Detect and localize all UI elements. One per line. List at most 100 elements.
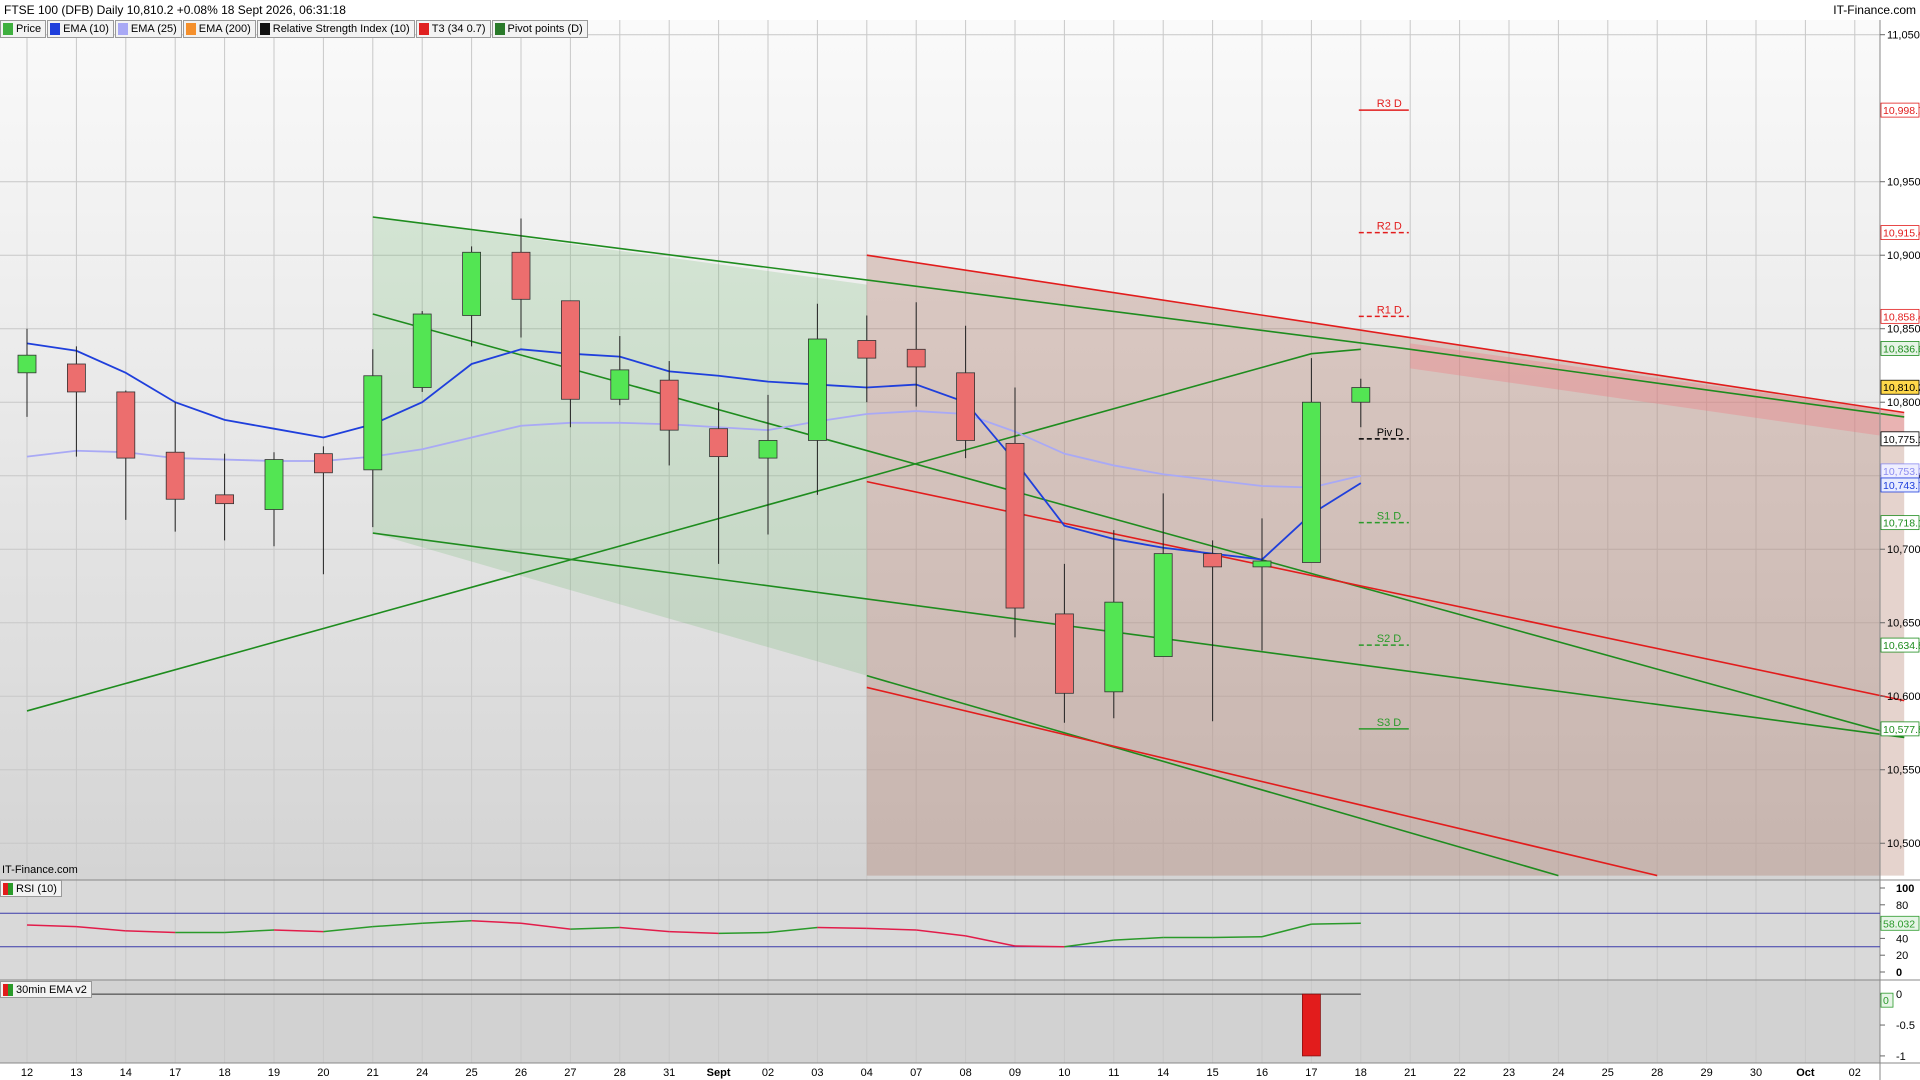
- pivot-label: S2 D: [1377, 633, 1402, 645]
- legend-item[interactable]: Price: [0, 20, 47, 38]
- y-tick-label: 10,850: [1887, 324, 1920, 336]
- legend-swatch-icon: [3, 23, 13, 35]
- candle-body: [1153, 553, 1173, 657]
- x-tick-label: 07: [910, 1067, 922, 1079]
- y-tick-label: 10,550: [1887, 765, 1920, 777]
- x-tick-label: 28: [614, 1067, 626, 1079]
- legend-swatch-icon: [494, 23, 505, 35]
- candle-body: [906, 348, 926, 368]
- rsi-segment: [718, 931, 769, 935]
- candle-body: [561, 300, 580, 400]
- candle-body: [67, 363, 86, 393]
- rsi-tick-label: 80: [1896, 900, 1908, 912]
- x-tick-label: 14: [1157, 1067, 1169, 1079]
- y-tick-label: 10,950: [1887, 177, 1920, 189]
- y-tick-label: 11,050: [1887, 30, 1920, 42]
- legend-item[interactable]: EMA (200): [182, 20, 256, 38]
- x-tick-label: 27: [564, 1067, 576, 1079]
- y-tick-label: 10,800: [1887, 397, 1920, 409]
- x-tick-label: 21: [1404, 1067, 1416, 1079]
- legend-label: EMA (25): [130, 23, 177, 35]
- candle-body: [1203, 553, 1222, 568]
- legend-label: T3 (34 0.7): [431, 23, 486, 35]
- x-tick-label: Oct: [1796, 1067, 1815, 1079]
- x-tick-label: 23: [1503, 1067, 1515, 1079]
- candle-body: [215, 494, 235, 505]
- legend-label: EMA (10): [63, 23, 109, 35]
- x-tick-label: 09: [1009, 1067, 1021, 1079]
- rsi-segment: [1014, 945, 1065, 948]
- x-tick-label: 21: [367, 1067, 379, 1079]
- candle-body: [1055, 613, 1074, 694]
- candle-body: [1302, 401, 1321, 563]
- candle-body: [1104, 601, 1124, 693]
- rsi-tick-label: 0: [1896, 967, 1902, 979]
- x-tick-label: 29: [1700, 1067, 1712, 1079]
- candle-body: [1351, 387, 1371, 403]
- legend-swatch-icon: [259, 23, 270, 35]
- pivot-label: R2 D: [1377, 221, 1402, 233]
- y-tick-label: 10,650: [1887, 618, 1920, 630]
- x-tick-label: 22: [1453, 1067, 1465, 1079]
- chart-canvas: R3 D R2 D R1 D Piv D S1 D S2 D S3 D 11,050 10,95…: [0, 0, 1920, 1080]
- x-tick-label: Sept: [707, 1067, 731, 1079]
- legend-item[interactable]: EMA (25): [114, 20, 182, 38]
- candle-body: [363, 375, 383, 471]
- ema30-last-label: 0: [1883, 995, 1889, 1007]
- ema30-panel-label[interactable]: 30min EMA v2: [0, 981, 92, 998]
- candle-body: [116, 391, 136, 459]
- candle-body: [1252, 560, 1272, 568]
- legend-item[interactable]: T3 (34 0.7): [415, 20, 491, 38]
- legend-item[interactable]: Relative Strength Index (10): [256, 20, 415, 38]
- x-tick-label: 12: [21, 1067, 33, 1079]
- x-tick-label: 24: [1552, 1067, 1564, 1079]
- rsi-segment: [1212, 935, 1263, 939]
- price-tag-label: 10,998.7: [1883, 105, 1920, 117]
- x-tick-label: 24: [416, 1067, 428, 1079]
- ema30-label-text: 30min EMA v2: [16, 983, 87, 996]
- footer-brand: IT-Finance.com: [2, 864, 78, 876]
- rsi-label-text: RSI (10): [16, 882, 57, 895]
- x-tick-label: 28: [1651, 1067, 1663, 1079]
- x-tick-label: 15: [1206, 1067, 1218, 1079]
- price-tag-label: 10,915.4: [1883, 228, 1920, 240]
- y-tick-label: 10,600: [1887, 691, 1920, 703]
- price-tag-label: 10,634.8: [1883, 640, 1920, 652]
- price-tag-label: 10,775.1: [1883, 434, 1920, 446]
- y-tick-label: 10,500: [1887, 838, 1920, 850]
- price-tag-label: 10,810.2: [1883, 382, 1920, 394]
- site-brand[interactable]: IT-Finance.com: [1833, 0, 1916, 20]
- x-tick-label: 11: [1108, 1067, 1119, 1079]
- candle-body: [313, 453, 333, 474]
- candle-body: [956, 372, 975, 441]
- legend-label: Price: [16, 23, 42, 35]
- candle-body: [808, 338, 827, 441]
- x-tick-label: 25: [1602, 1067, 1614, 1079]
- candle-body: [1005, 442, 1025, 609]
- chart-title: FTSE 100 (DFB) Daily 10,810.2 +0.08% 18 …: [4, 3, 346, 17]
- rsi-swatch-icon: [3, 882, 13, 895]
- pivot-label: S1 D: [1377, 511, 1402, 523]
- x-tick-label: 19: [268, 1067, 280, 1079]
- candle-body: [857, 340, 877, 359]
- ema30-panel-bg: [0, 980, 1880, 1063]
- ema30-bar: [1302, 993, 1321, 1057]
- indicator-legend: Price EMA (10) EMA (25) EMA (200) Relative S…: [0, 20, 589, 38]
- legend-item[interactable]: EMA (10): [47, 20, 114, 38]
- x-tick-label: 30: [1750, 1067, 1762, 1079]
- x-tick-label: 18: [1355, 1067, 1367, 1079]
- x-tick-label: 16: [1256, 1067, 1268, 1079]
- candle-body: [610, 369, 630, 400]
- price-tag-label: 10,753.3: [1883, 466, 1920, 478]
- x-tick-label: 04: [861, 1067, 873, 1079]
- x-tick-label: 03: [811, 1067, 823, 1079]
- x-tick-label: 25: [465, 1067, 477, 1079]
- ema30-tick-label: -0.5: [1896, 1020, 1915, 1032]
- rsi-panel-label[interactable]: RSI (10): [0, 880, 62, 897]
- y-tick-label: 10,700: [1887, 544, 1920, 556]
- ema30-swatch-icon: [3, 983, 13, 996]
- legend-item[interactable]: Pivot points (D): [491, 20, 588, 38]
- pivot-label: R3 D: [1377, 98, 1402, 110]
- pivot-label: Piv D: [1377, 427, 1403, 439]
- legend-swatch-icon: [117, 23, 128, 35]
